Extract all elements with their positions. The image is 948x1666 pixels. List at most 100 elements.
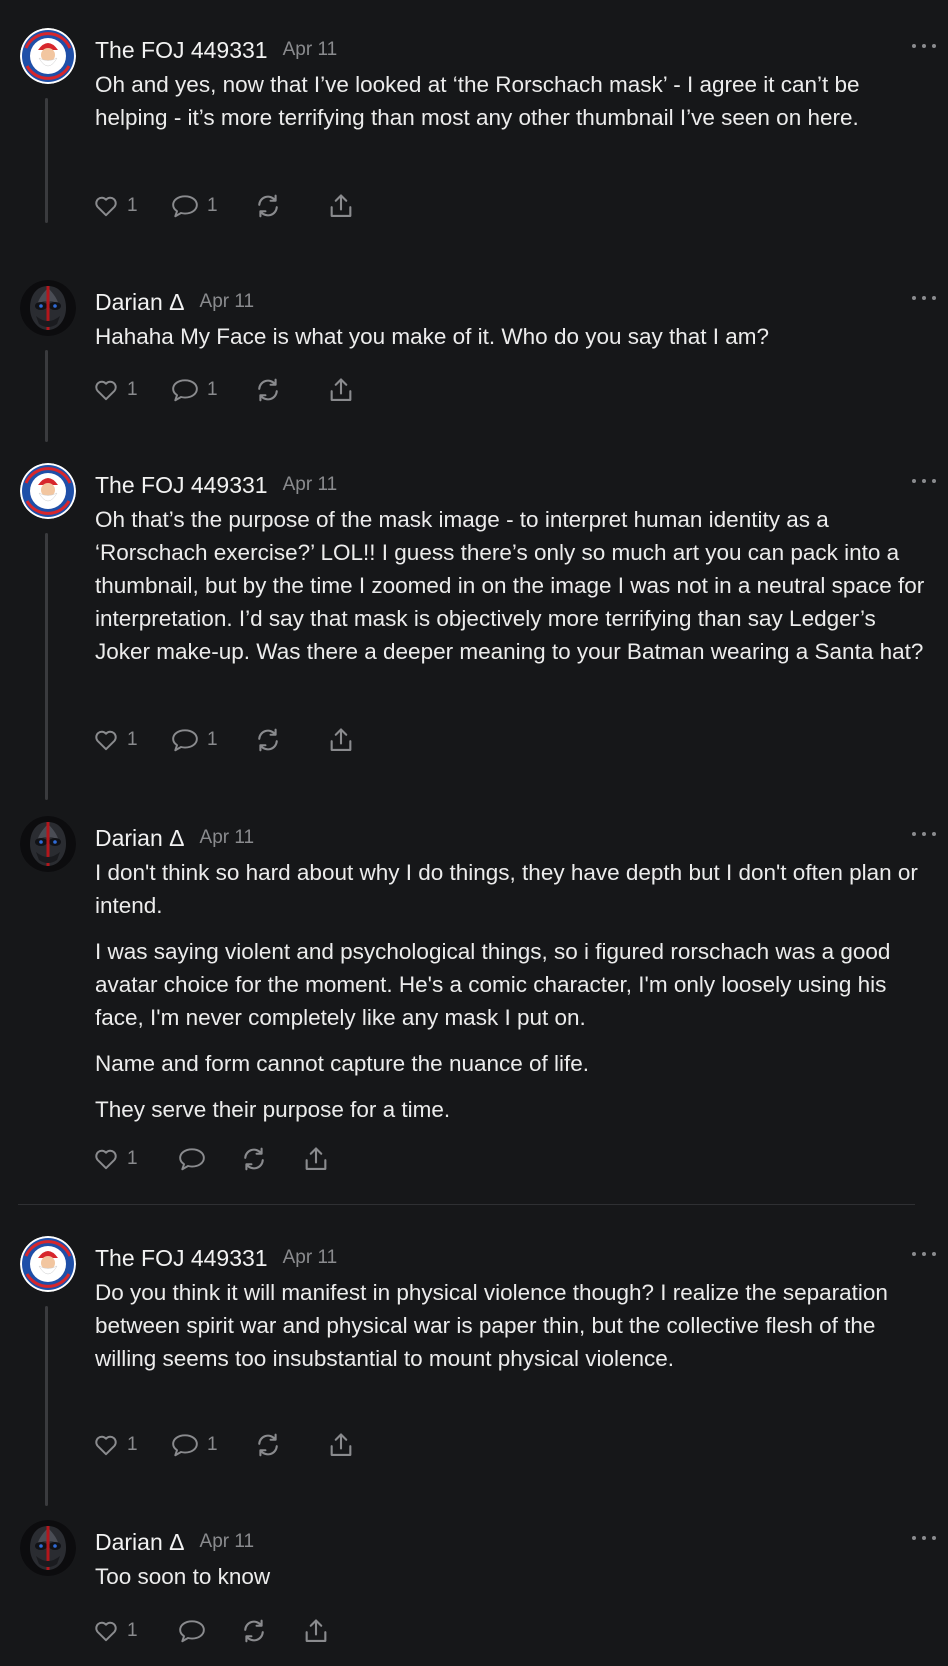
restack-button[interactable]: [254, 722, 327, 758]
comment-button[interactable]: 1: [171, 188, 254, 224]
share-button[interactable]: [327, 188, 367, 224]
post-paragraph: I don't think so hard about why I do thi…: [95, 860, 918, 918]
post-date[interactable]: Apr 11: [283, 39, 338, 61]
comment-button[interactable]: 1: [171, 372, 254, 408]
heart-icon: [95, 730, 117, 751]
post-paragraph: I was saying violent and psychological t…: [95, 939, 891, 1030]
comment-bubble-icon: [179, 1620, 205, 1643]
restack-button[interactable]: [254, 1427, 327, 1463]
more-options-icon[interactable]: [912, 1246, 936, 1262]
post-date[interactable]: Apr 11: [200, 1531, 255, 1553]
more-options-icon[interactable]: [912, 290, 936, 306]
share-button[interactable]: [302, 1141, 342, 1177]
restack-button[interactable]: [254, 372, 327, 408]
share-button[interactable]: [302, 1613, 342, 1649]
like-count: 1: [127, 1148, 138, 1169]
rorschach-mask-avatar-icon: [20, 816, 76, 872]
author-avatar[interactable]: [20, 28, 76, 84]
thread-divider: [18, 1204, 915, 1205]
post-actions: 1: [93, 1613, 342, 1649]
post-paragraph: Name and form cannot capture the nuance …: [95, 1051, 590, 1076]
post-header: The FOJ 449331 Apr 11: [95, 467, 918, 503]
restack-icon: [258, 728, 278, 752]
post-date[interactable]: Apr 11: [200, 827, 255, 849]
author-name[interactable]: Darian Δ: [95, 289, 185, 316]
like-count: 1: [127, 1620, 138, 1641]
like-button[interactable]: 1: [93, 188, 171, 224]
author-avatar[interactable]: [20, 463, 76, 519]
like-button[interactable]: 1: [93, 372, 171, 408]
restack-button[interactable]: [240, 1141, 302, 1177]
post-paragraph: Oh that’s the purpose of the mask image …: [95, 507, 925, 664]
comment-button[interactable]: [178, 1141, 240, 1177]
post-header: Darian Δ Apr 11: [95, 1524, 918, 1560]
restack-button[interactable]: [254, 188, 327, 224]
post-actions: 1 1: [93, 1427, 367, 1463]
comment-button[interactable]: 1: [171, 722, 254, 758]
post-body: I don't think so hard about why I do thi…: [95, 856, 925, 1139]
post-paragraph: Do you think it will manifest in physica…: [95, 1280, 888, 1371]
post-actions: 1 1: [93, 722, 367, 758]
papa-john-avatar-icon: [20, 1236, 76, 1292]
share-icon: [305, 1619, 327, 1642]
post-header: Darian Δ Apr 11: [95, 284, 918, 320]
comment-thread: The FOJ 449331 Apr 11 Oh and yes, now th…: [0, 0, 948, 1666]
share-icon: [330, 194, 352, 217]
post-paragraph: Hahaha My Face is what you make of it. W…: [95, 324, 770, 349]
share-icon: [305, 1147, 327, 1170]
rorschach-mask-avatar-icon: [20, 1520, 76, 1576]
post-body: Too soon to know: [95, 1560, 925, 1606]
post-body: Oh that’s the purpose of the mask image …: [95, 503, 925, 681]
author-name[interactable]: The FOJ 449331: [95, 37, 268, 64]
share-icon: [330, 1433, 352, 1456]
like-count: 1: [127, 379, 138, 400]
more-options-icon[interactable]: [912, 38, 936, 54]
post-paragraph: They serve their purpose for a time.: [95, 1097, 451, 1122]
restack-icon: [258, 194, 278, 218]
author-name[interactable]: The FOJ 449331: [95, 1245, 268, 1272]
post-paragraph: Too soon to know: [95, 1564, 271, 1589]
thread-line: [45, 1306, 48, 1506]
post-date[interactable]: Apr 11: [283, 474, 338, 496]
post-actions: 1 1: [93, 188, 367, 224]
post-body: Do you think it will manifest in physica…: [95, 1276, 925, 1388]
comment-button[interactable]: [178, 1613, 240, 1649]
post-body: Hahaha My Face is what you make of it. W…: [95, 320, 925, 366]
share-button[interactable]: [327, 1427, 367, 1463]
more-options-icon[interactable]: [912, 473, 936, 489]
author-name[interactable]: Darian Δ: [95, 825, 185, 852]
author-avatar[interactable]: [20, 1520, 76, 1576]
comment-count: 1: [207, 1434, 218, 1455]
papa-john-avatar-icon: [20, 28, 76, 84]
like-button[interactable]: 1: [93, 1427, 171, 1463]
like-count: 1: [127, 195, 138, 216]
comment-button[interactable]: 1: [171, 1427, 254, 1463]
thread-line: [45, 350, 48, 442]
like-button[interactable]: 1: [93, 1613, 178, 1649]
like-button[interactable]: 1: [93, 722, 171, 758]
like-count: 1: [127, 729, 138, 750]
post-date[interactable]: Apr 11: [200, 291, 255, 313]
share-button[interactable]: [327, 372, 367, 408]
restack-button[interactable]: [240, 1613, 302, 1649]
comment-bubble-icon: [179, 1148, 205, 1171]
author-avatar[interactable]: [20, 280, 76, 336]
author-name[interactable]: Darian Δ: [95, 1529, 185, 1556]
heart-icon: [95, 196, 117, 217]
author-avatar[interactable]: [20, 816, 76, 872]
more-options-icon[interactable]: [912, 826, 936, 842]
author-name[interactable]: The FOJ 449331: [95, 472, 268, 499]
like-button[interactable]: 1: [93, 1141, 178, 1177]
heart-icon: [95, 1435, 117, 1456]
post-header: The FOJ 449331 Apr 11: [95, 1240, 918, 1276]
post-date[interactable]: Apr 11: [283, 1247, 338, 1269]
restack-icon: [244, 1147, 264, 1171]
post-actions: 1 1: [93, 372, 367, 408]
restack-icon: [258, 378, 278, 402]
share-button[interactable]: [327, 722, 367, 758]
comment-bubble-icon: [172, 729, 198, 752]
comment-bubble-icon: [172, 1434, 198, 1457]
papa-john-avatar-icon: [20, 463, 76, 519]
more-options-icon[interactable]: [912, 1530, 936, 1546]
author-avatar[interactable]: [20, 1236, 76, 1292]
